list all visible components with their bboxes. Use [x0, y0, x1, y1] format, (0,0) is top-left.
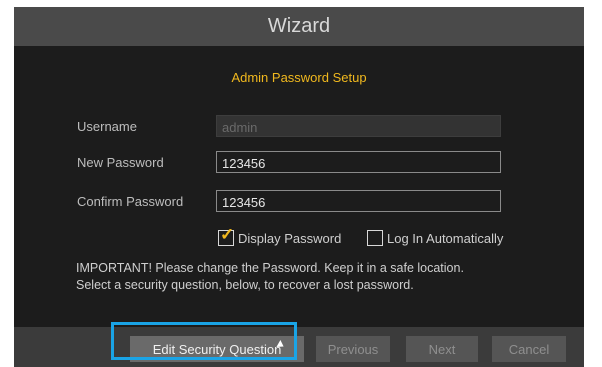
- confirm-password-field[interactable]: 123456: [216, 190, 501, 212]
- username-field: admin: [216, 115, 501, 137]
- new-password-label: New Password: [77, 155, 164, 170]
- display-password-checkbox[interactable]: ✓: [218, 226, 234, 246]
- important-note: IMPORTANT! Please change the Password. K…: [76, 261, 464, 292]
- cancel-button[interactable]: Cancel: [492, 336, 566, 362]
- log-in-automatically-label: Log In Automatically: [387, 230, 504, 246]
- focus-highlight: [111, 322, 297, 360]
- display-password-option[interactable]: ✓ Display Password: [218, 226, 342, 246]
- window-title: Wizard: [267, 15, 331, 37]
- next-button[interactable]: Next: [406, 336, 478, 362]
- display-password-label: Display Password: [238, 230, 342, 246]
- previous-button[interactable]: Previous: [316, 336, 390, 362]
- username-label: Username: [77, 119, 137, 134]
- title-bar: Wizard: [14, 7, 584, 46]
- check-icon: ✓: [220, 225, 235, 244]
- wizard-dialog: Wizard Admin Password Setup Username adm…: [14, 7, 584, 367]
- log-in-automatically-checkbox[interactable]: [367, 230, 383, 246]
- new-password-field[interactable]: 123456: [216, 151, 501, 173]
- log-in-automatically-option[interactable]: Log In Automatically: [367, 230, 503, 246]
- confirm-password-label: Confirm Password: [77, 194, 184, 209]
- section-title: Admin Password Setup: [231, 70, 367, 85]
- button-bar: Edit Security Question Previous Next Can…: [14, 327, 584, 367]
